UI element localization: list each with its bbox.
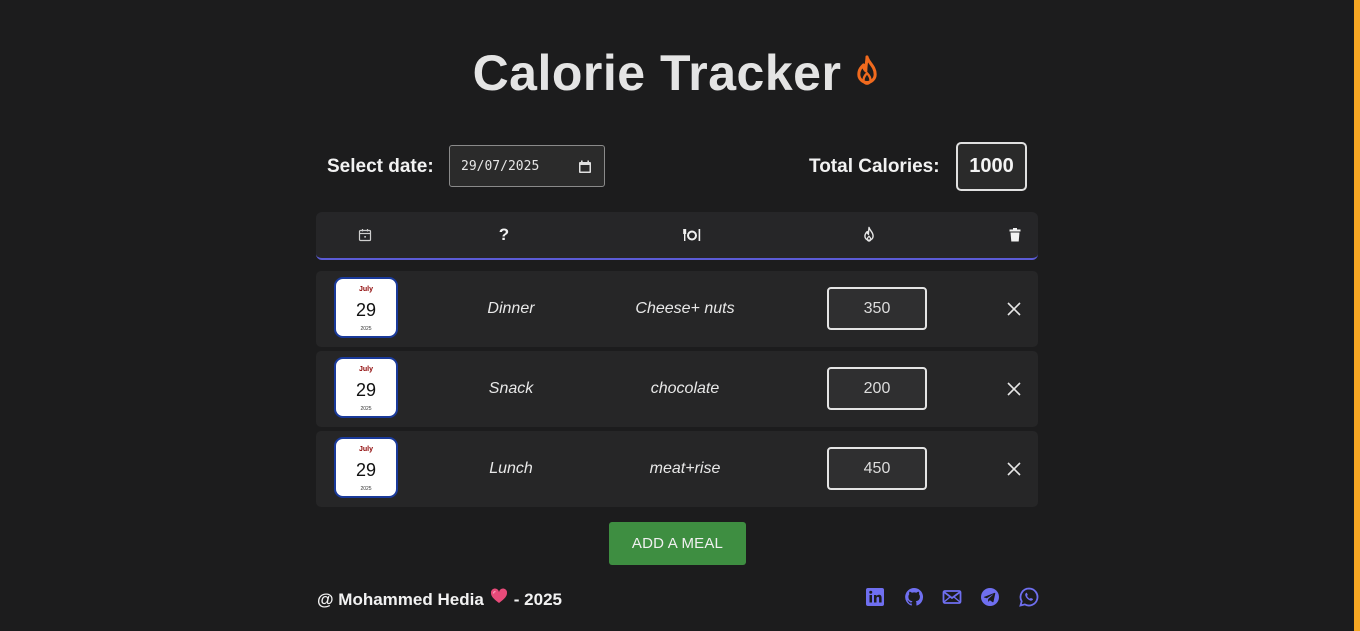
fire-icon — [853, 44, 881, 102]
scrollbar-accent[interactable] — [1354, 0, 1360, 631]
linkedin-icon[interactable] — [865, 587, 885, 612]
food-description: Cheese+ nuts — [635, 300, 735, 317]
footer-credit: @ Mohammed Hedia - 2025 — [317, 588, 562, 611]
trash-icon — [996, 212, 1034, 258]
table-row: July 29 2025 Snack chocolate 200 — [316, 351, 1038, 427]
meal-type: Dinner — [487, 300, 535, 317]
table-header: ? — [316, 212, 1038, 260]
date-calendar-card: July 29 2025 — [334, 277, 398, 338]
row-year: 2025 — [360, 326, 372, 332]
food-description: chocolate — [650, 380, 720, 397]
calendar-picker-icon[interactable] — [578, 160, 592, 178]
github-icon[interactable] — [904, 587, 924, 612]
footer-author: @ Mohammed Hedia — [317, 590, 484, 609]
table-row: July 29 2025 Dinner Cheese+ nuts 350 — [316, 271, 1038, 347]
add-meal-button[interactable]: ADD A MEAL — [609, 522, 746, 565]
row-year: 2025 — [360, 406, 372, 412]
page-title-text: Calorie Tracker — [472, 45, 842, 101]
calendar-icon — [346, 212, 384, 258]
calories-input[interactable]: 350 — [827, 287, 927, 330]
telegram-icon[interactable] — [980, 587, 1000, 612]
plate-utensils-icon — [673, 212, 711, 258]
date-calendar-card: July 29 2025 — [334, 437, 398, 498]
email-icon[interactable] — [942, 587, 962, 612]
calories-input[interactable]: 450 — [827, 447, 927, 490]
page-title: Calorie Tracker — [0, 44, 1354, 106]
row-day: 29 — [355, 460, 377, 480]
total-calories-label: Total Calories: — [809, 156, 940, 177]
row-day: 29 — [355, 300, 377, 320]
calories-input[interactable]: 200 — [827, 367, 927, 410]
row-day: 29 — [355, 380, 377, 400]
row-month: July — [358, 366, 373, 373]
food-description: meat+rise — [649, 460, 721, 477]
row-month: July — [358, 286, 373, 293]
footer-year: - 2025 — [513, 590, 562, 609]
date-label: Select date: — [327, 156, 434, 177]
date-value: 29/07/2025 — [461, 158, 540, 174]
date-input[interactable]: 29/07/2025 — [449, 145, 605, 187]
heart-icon — [490, 588, 508, 609]
close-icon[interactable] — [1006, 461, 1022, 482]
meal-type: Snack — [488, 380, 534, 397]
close-icon[interactable] — [1006, 301, 1022, 322]
total-calories-value: 1000 — [956, 142, 1027, 191]
table-row: July 29 2025 Lunch meat+rise 450 — [316, 431, 1038, 507]
fire-icon — [850, 212, 888, 258]
row-year: 2025 — [360, 486, 372, 492]
close-icon[interactable] — [1006, 381, 1022, 402]
meal-type: Lunch — [489, 460, 533, 477]
date-calendar-card: July 29 2025 — [334, 357, 398, 418]
row-month: July — [358, 446, 373, 453]
question-icon: ? — [498, 225, 510, 244]
whatsapp-icon[interactable] — [1019, 587, 1039, 612]
